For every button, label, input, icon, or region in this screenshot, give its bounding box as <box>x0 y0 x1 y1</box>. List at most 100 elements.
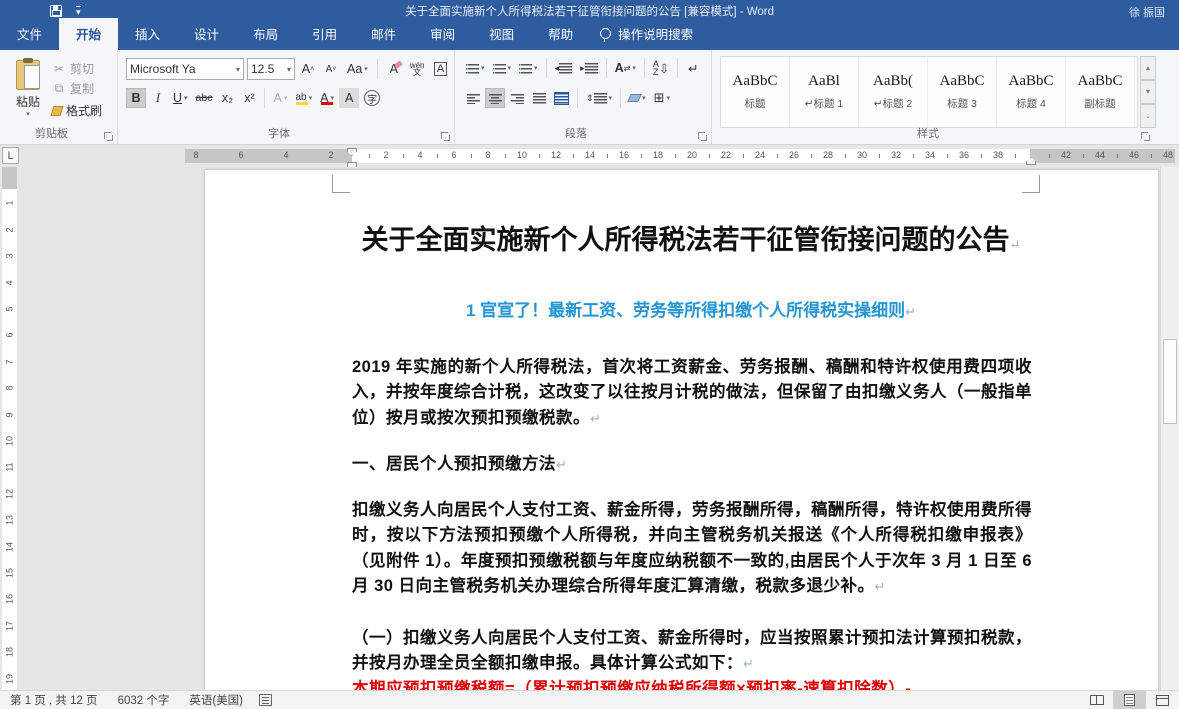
paragraph-dialog-launcher[interactable] <box>697 131 707 141</box>
print-layout-button[interactable] <box>1113 691 1146 709</box>
style-card-标题 4[interactable]: AaBbC标题 4 <box>997 57 1066 127</box>
vertical-scrollbar[interactable] <box>1160 167 1179 690</box>
heading-one[interactable]: 一、居民个人预扣预缴方法↵ <box>352 452 1032 477</box>
tab-stop-selector[interactable]: L <box>2 147 19 164</box>
language-indicator[interactable]: 英语(美国) <box>179 692 253 708</box>
tab-引用[interactable]: 引用 <box>295 18 354 50</box>
style-card-标题 1[interactable]: AaBl↵标题 1 <box>790 57 859 127</box>
style-preview: AaBb( <box>873 73 913 90</box>
shading-button[interactable]: ▾ <box>626 88 649 108</box>
character-shading-button[interactable]: A <box>339 88 359 108</box>
styles-dialog-launcher[interactable] <box>1140 131 1150 141</box>
align-right-button[interactable] <box>507 88 527 108</box>
decrease-indent-button[interactable]: ◂ <box>552 58 576 78</box>
distribute-button[interactable] <box>551 88 572 108</box>
tab-审阅[interactable]: 审阅 <box>413 18 472 50</box>
read-mode-button[interactable] <box>1080 691 1113 709</box>
clipboard-dialog-launcher[interactable] <box>103 131 113 141</box>
ruler-tick <box>471 154 472 158</box>
font-dialog-launcher[interactable] <box>440 131 450 141</box>
sort-button[interactable]: AZ⇩ <box>650 58 673 78</box>
web-layout-button[interactable] <box>1146 691 1179 709</box>
copy-icon: ⧉ <box>52 81 66 96</box>
change-case-button[interactable]: Aa▾ <box>344 59 371 79</box>
ruler-tick <box>879 154 880 158</box>
font-name-dropdown-icon[interactable]: ▾ <box>236 65 240 74</box>
font-size-dropdown-icon[interactable]: ▾ <box>287 65 291 74</box>
window-title: 关于全面实施新个人所得税法若干征管衔接问题的公告 [兼容模式] - Word <box>0 3 1179 19</box>
ribbon-tab-row: 文件开始插入设计布局引用邮件审阅视图帮助 操作说明搜索 <box>0 22 1179 50</box>
phonetic-guide-button[interactable]: wén文 <box>407 59 428 79</box>
grow-font-button[interactable]: A˄ <box>298 59 318 79</box>
lightbulb-icon <box>600 28 611 39</box>
increase-indent-button[interactable]: ▸ <box>577 58 601 78</box>
style-card-副标题[interactable]: AaBbC副标题 <box>1066 57 1135 127</box>
strikethrough-button[interactable]: abc <box>193 88 216 108</box>
tab-文件[interactable]: 文件 <box>0 18 59 50</box>
align-left-button[interactable] <box>463 88 483 108</box>
tab-邮件[interactable]: 邮件 <box>354 18 413 50</box>
paragraph-method[interactable]: （一）扣缴义务人向居民个人支付工资、薪金所得时，应当按照累计预扣法计算预扣税款，… <box>352 626 1032 677</box>
cut-button[interactable]: ✂ 剪切 <box>52 60 94 77</box>
page-indicator[interactable]: 第 1 页 , 共 12 页 <box>0 692 108 708</box>
tab-插入[interactable]: 插入 <box>118 18 177 50</box>
font-name-combo[interactable]: Microsoft Ya ▾ <box>126 58 244 80</box>
clear-formatting-button[interactable]: A <box>384 59 404 79</box>
paste-dropdown-arrow[interactable]: ▾ <box>8 110 48 118</box>
underline-button[interactable]: U▾ <box>170 88 191 108</box>
bold-button[interactable]: B <box>126 88 146 108</box>
tab-设计[interactable]: 设计 <box>177 18 236 50</box>
align-center-button[interactable] <box>485 88 505 108</box>
style-preview: AaBbC <box>733 73 778 90</box>
document-subtitle[interactable]: 1 官宣了！最新工资、劳务等所得扣缴个人所得税实操细则↵ <box>352 296 1030 321</box>
shrink-font-button[interactable]: A˅ <box>321 59 341 79</box>
ruler-tick <box>641 154 642 158</box>
styles-gallery: AaBbC标题AaBl↵标题 1AaBb(↵标题 2AaBbC标题 3AaBbC… <box>720 56 1138 128</box>
borders-button[interactable]: ⊞▾ <box>651 88 673 108</box>
tell-me-search[interactable]: 操作说明搜索 <box>590 18 703 50</box>
multilevel-list-button[interactable]: ▾ <box>516 58 541 78</box>
document-page[interactable]: 关于全面实施新个人所得税法若干征管衔接问题的公告↵ 1 官宣了！最新工资、劳务等… <box>205 170 1158 690</box>
proofing-icon[interactable] <box>259 694 272 706</box>
numbering-button[interactable]: ▾ <box>490 58 515 78</box>
tab-开始[interactable]: 开始 <box>59 18 118 50</box>
save-icon[interactable] <box>50 5 62 17</box>
tab-视图[interactable]: 视图 <box>472 18 531 50</box>
scrollbar-thumb[interactable] <box>1163 339 1177 424</box>
copy-button[interactable]: ⧉ 复制 <box>52 80 94 97</box>
tab-帮助[interactable]: 帮助 <box>531 18 590 50</box>
copy-label: 复制 <box>70 80 94 97</box>
style-card-标题 3[interactable]: AaBbC标题 3 <box>928 57 997 127</box>
paragraph-withholding[interactable]: 扣缴义务人向居民个人支付工资、薪金所得，劳务报酬所得，稿酬所得，特许权使用费所得… <box>352 498 1032 600</box>
formula-red-text[interactable]: 本期应预扣预缴税额=（累计预扣预缴应纳税所得额×预扣率-速算扣除数）- <box>352 677 1032 690</box>
italic-button[interactable]: I <box>148 88 168 108</box>
paste-button[interactable]: 粘贴 ▾ <box>8 58 48 130</box>
highlight-color-button[interactable]: ab▾ <box>292 88 315 108</box>
horizontal-ruler[interactable]: 8642246810121416182022242628303234363842… <box>185 149 1175 163</box>
style-card-标题 2[interactable]: AaBb(↵标题 2 <box>859 57 928 127</box>
font-size-combo[interactable]: 12.5 ▾ <box>247 58 295 80</box>
style-card-标题[interactable]: AaBbC标题 <box>721 57 790 127</box>
user-account[interactable]: 徐 振国 <box>1129 4 1165 20</box>
bullets-button[interactable]: ▾ <box>463 58 488 78</box>
format-painter-button[interactable]: 格式刷 <box>52 102 102 119</box>
styles-scroll-down-icon[interactable]: ▼ <box>1140 80 1156 104</box>
show-marks-button[interactable]: ↵ <box>683 58 703 78</box>
document-title[interactable]: 关于全面实施新个人所得税法若干征管衔接问题的公告↵ <box>352 218 1030 257</box>
styles-scroll-up-icon[interactable]: ▲ <box>1140 56 1156 80</box>
paragraph-intro[interactable]: 2019 年实施的新个人所得税法，首次将工资薪金、劳务报酬、稿酬和特许权使用费四… <box>352 355 1032 431</box>
asian-layout-button[interactable]: A⇄▾ <box>612 58 639 78</box>
ruler-number: 4 <box>417 150 422 160</box>
text-effects-button[interactable]: A▾ <box>270 88 290 108</box>
superscript-button[interactable]: x² <box>239 88 259 108</box>
line-spacing-button[interactable]: ⇕▾ <box>583 88 615 108</box>
subscript-button[interactable]: x₂ <box>217 88 237 108</box>
font-color-button[interactable]: A▾ <box>317 88 337 108</box>
word-count[interactable]: 6032 个字 <box>108 692 180 708</box>
enclose-characters-button[interactable]: 字 <box>361 88 383 108</box>
vertical-ruler[interactable]: 12345678910111213141516171819 <box>2 167 17 690</box>
justify-button[interactable] <box>529 88 549 108</box>
tab-布局[interactable]: 布局 <box>236 18 295 50</box>
character-border-button[interactable]: A <box>431 59 451 79</box>
qat-customize-icon[interactable]: ▾ <box>76 6 81 17</box>
